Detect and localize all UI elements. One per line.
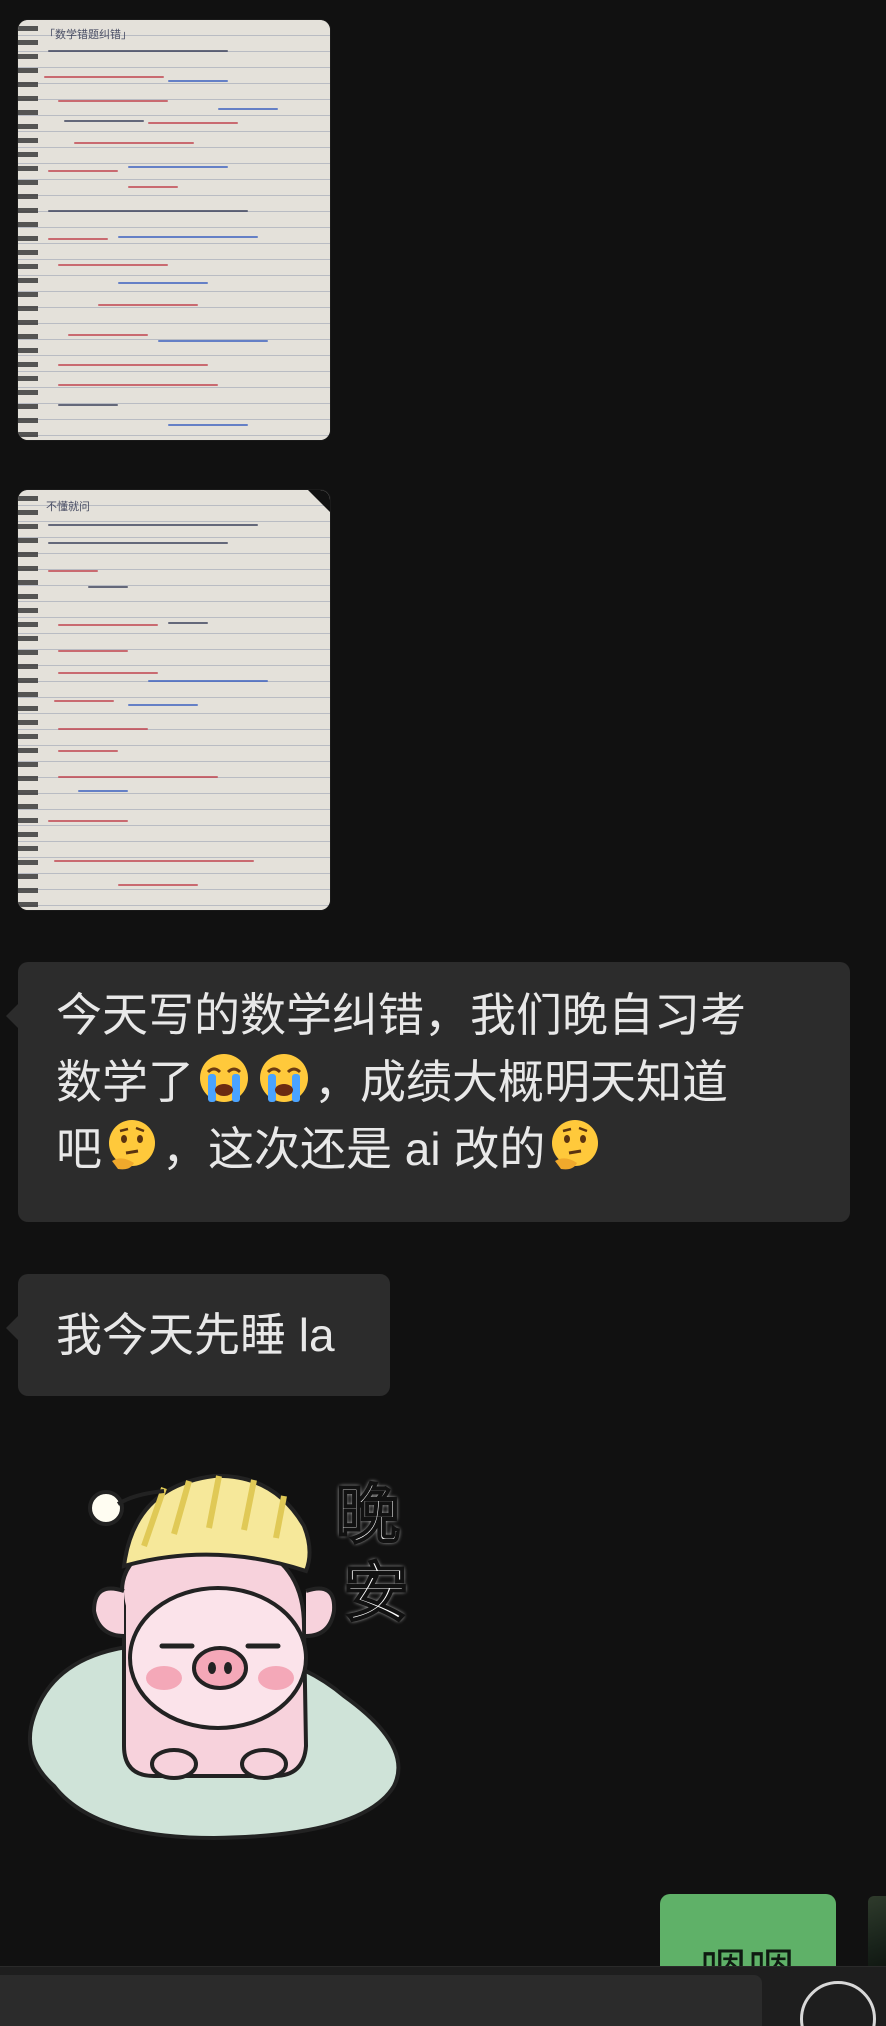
photo-message-math-notes-2[interactable]: 不懂就问 [18,490,330,910]
spiral-binding [18,20,38,440]
crying-face-icon [200,1054,248,1102]
message-line: 今天写的数学纠错，我们晚自习考 [56,989,746,1041]
input-bar [0,1966,886,2026]
incoming-message-bubble[interactable]: 今天写的数学纠错，我们晚自习考 数学了 ，成绩大概明天知道 吧 ，这次还是 ai… [6,962,850,1222]
message-text: 我今天先睡 la [56,1309,335,1361]
message-input-container[interactable] [0,1975,762,2026]
thinking-face-icon [109,1120,155,1170]
photo-message-math-notes-1[interactable]: 「数学错题纠错」 [18,20,330,440]
my-avatar[interactable] [868,1896,886,1976]
message-line: 数学了 ，成绩大概明天知道 [56,1049,814,1116]
notebook-page: 不懂就问 [18,490,330,910]
note-heading: 「数学错题纠错」 [44,28,132,41]
page-corner [308,490,330,512]
notebook-page: 「数学错题纠错」 [18,20,330,440]
crying-face-icon [260,1054,308,1102]
message-line: 吧 ，这次还是 ai 改的 [56,1116,814,1183]
chat-screen: 「数学错题纠错」 不懂就问 今天写的数学纠错，我们晚自习考 数学了 ，成绩大概明… [0,0,886,2026]
note-heading: 不懂就问 [46,500,90,513]
spiral-binding [18,490,38,910]
sleepy-pig-sticker[interactable]: 晚 安 [14,1446,426,1846]
message-input[interactable] [0,1975,762,2026]
incoming-message-bubble[interactable]: 我今天先睡 la [6,1274,390,1396]
sticker-text-an: 安 [343,1556,409,1632]
thinking-face-icon [552,1120,599,1170]
circle-icon[interactable] [800,1981,876,2026]
